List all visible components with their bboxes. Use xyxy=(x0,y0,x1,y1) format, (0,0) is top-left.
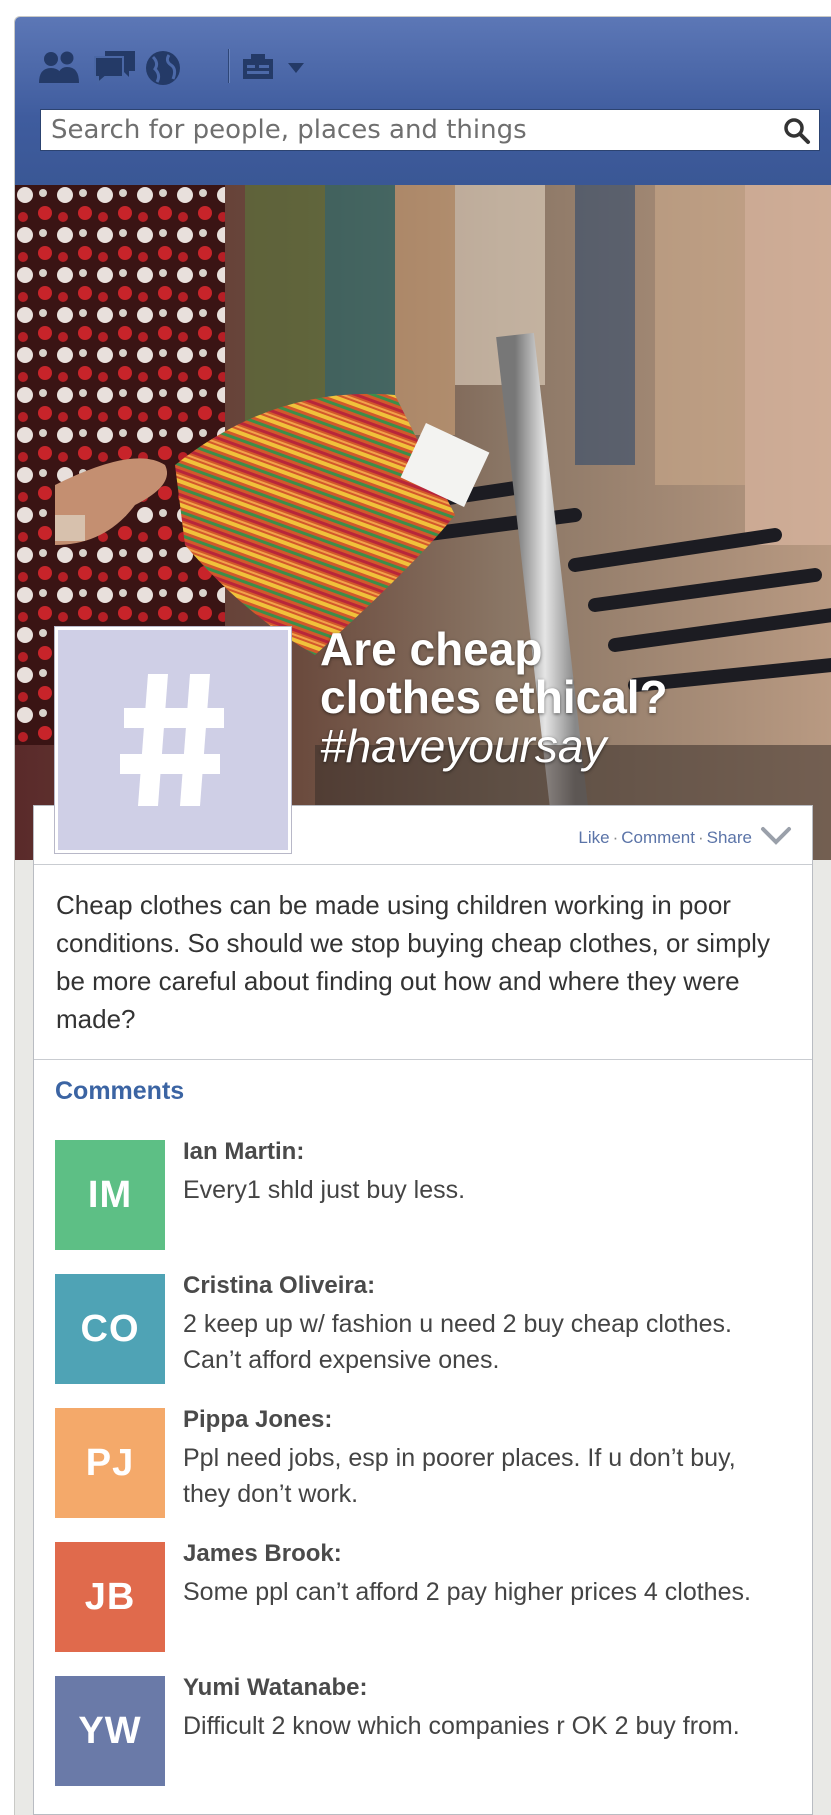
comment-text: 2 keep up w/ fashion u need 2 buy cheap … xyxy=(183,1310,732,1374)
cover-caption: Are cheap clothes ethical? #haveyoursay xyxy=(320,625,700,771)
search-input[interactable] xyxy=(51,110,771,150)
post-hashtag[interactable]: #haveyoursay xyxy=(320,721,700,771)
post-body: Cheap clothes can be made using children… xyxy=(56,890,770,1034)
comment-item: YW Yumi Watanabe: Difficult 2 know which… xyxy=(55,1674,795,1786)
friends-icon[interactable] xyxy=(37,49,81,85)
comment-text: Ppl need jobs, esp in poorer places. If … xyxy=(183,1444,736,1508)
divider xyxy=(34,1059,812,1060)
facebook-window: Are cheap clothes ethical? #haveyoursay … xyxy=(14,16,831,1815)
post-card: Like · Comment · Share Cheap clothes can be … xyxy=(33,805,813,1815)
commenter-name[interactable]: Cristina Oliveira: xyxy=(183,1272,375,1300)
profile-picture[interactable] xyxy=(55,627,291,853)
avatar[interactable]: JB xyxy=(55,1542,165,1652)
commenter-name[interactable]: Yumi Watanabe: xyxy=(183,1674,367,1702)
messages-icon[interactable] xyxy=(93,49,137,85)
commenter-name[interactable]: Pippa Jones: xyxy=(183,1406,332,1434)
dropdown-arrow-icon[interactable] xyxy=(287,62,305,74)
post-title: Are cheap clothes ethical? xyxy=(320,623,668,723)
comments-heading: Comments xyxy=(55,1077,185,1105)
commenter-name[interactable]: James Brook: xyxy=(183,1540,342,1568)
comment-link[interactable]: Comment xyxy=(621,828,695,847)
top-navigation-bar xyxy=(15,17,831,185)
search-bar[interactable] xyxy=(40,109,820,151)
search-icon[interactable] xyxy=(783,117,811,145)
like-link[interactable]: Like xyxy=(578,828,609,847)
account-icon[interactable] xyxy=(241,53,275,81)
comment-text: Some ppl can’t afford 2 pay higher price… xyxy=(183,1578,751,1606)
avatar[interactable]: PJ xyxy=(55,1408,165,1518)
comment-text: Every1 shld just buy less. xyxy=(183,1176,466,1204)
globe-icon[interactable] xyxy=(143,49,183,87)
hashtag-icon xyxy=(120,674,224,806)
share-link[interactable]: Share xyxy=(707,828,752,847)
divider xyxy=(34,864,812,865)
post-actions: Like · Comment · Share xyxy=(578,828,752,847)
chevron-down-icon[interactable] xyxy=(760,826,792,846)
toolbar-separator xyxy=(228,49,229,83)
comment-item: CO Cristina Oliveira: 2 keep up w/ fashi… xyxy=(55,1272,795,1384)
comment-item: IM Ian Martin: Every1 shld just buy less… xyxy=(55,1138,795,1250)
comment-item: PJ Pippa Jones: Ppl need jobs, esp in po… xyxy=(55,1406,795,1518)
avatar[interactable]: IM xyxy=(55,1140,165,1250)
comment-item: JB James Brook: Some ppl can’t afford 2 … xyxy=(55,1540,795,1652)
comment-text: Difficult 2 know which companies r OK 2 … xyxy=(183,1712,740,1740)
commenter-name[interactable]: Ian Martin: xyxy=(183,1138,304,1166)
avatar[interactable]: CO xyxy=(55,1274,165,1384)
avatar[interactable]: YW xyxy=(55,1676,165,1786)
